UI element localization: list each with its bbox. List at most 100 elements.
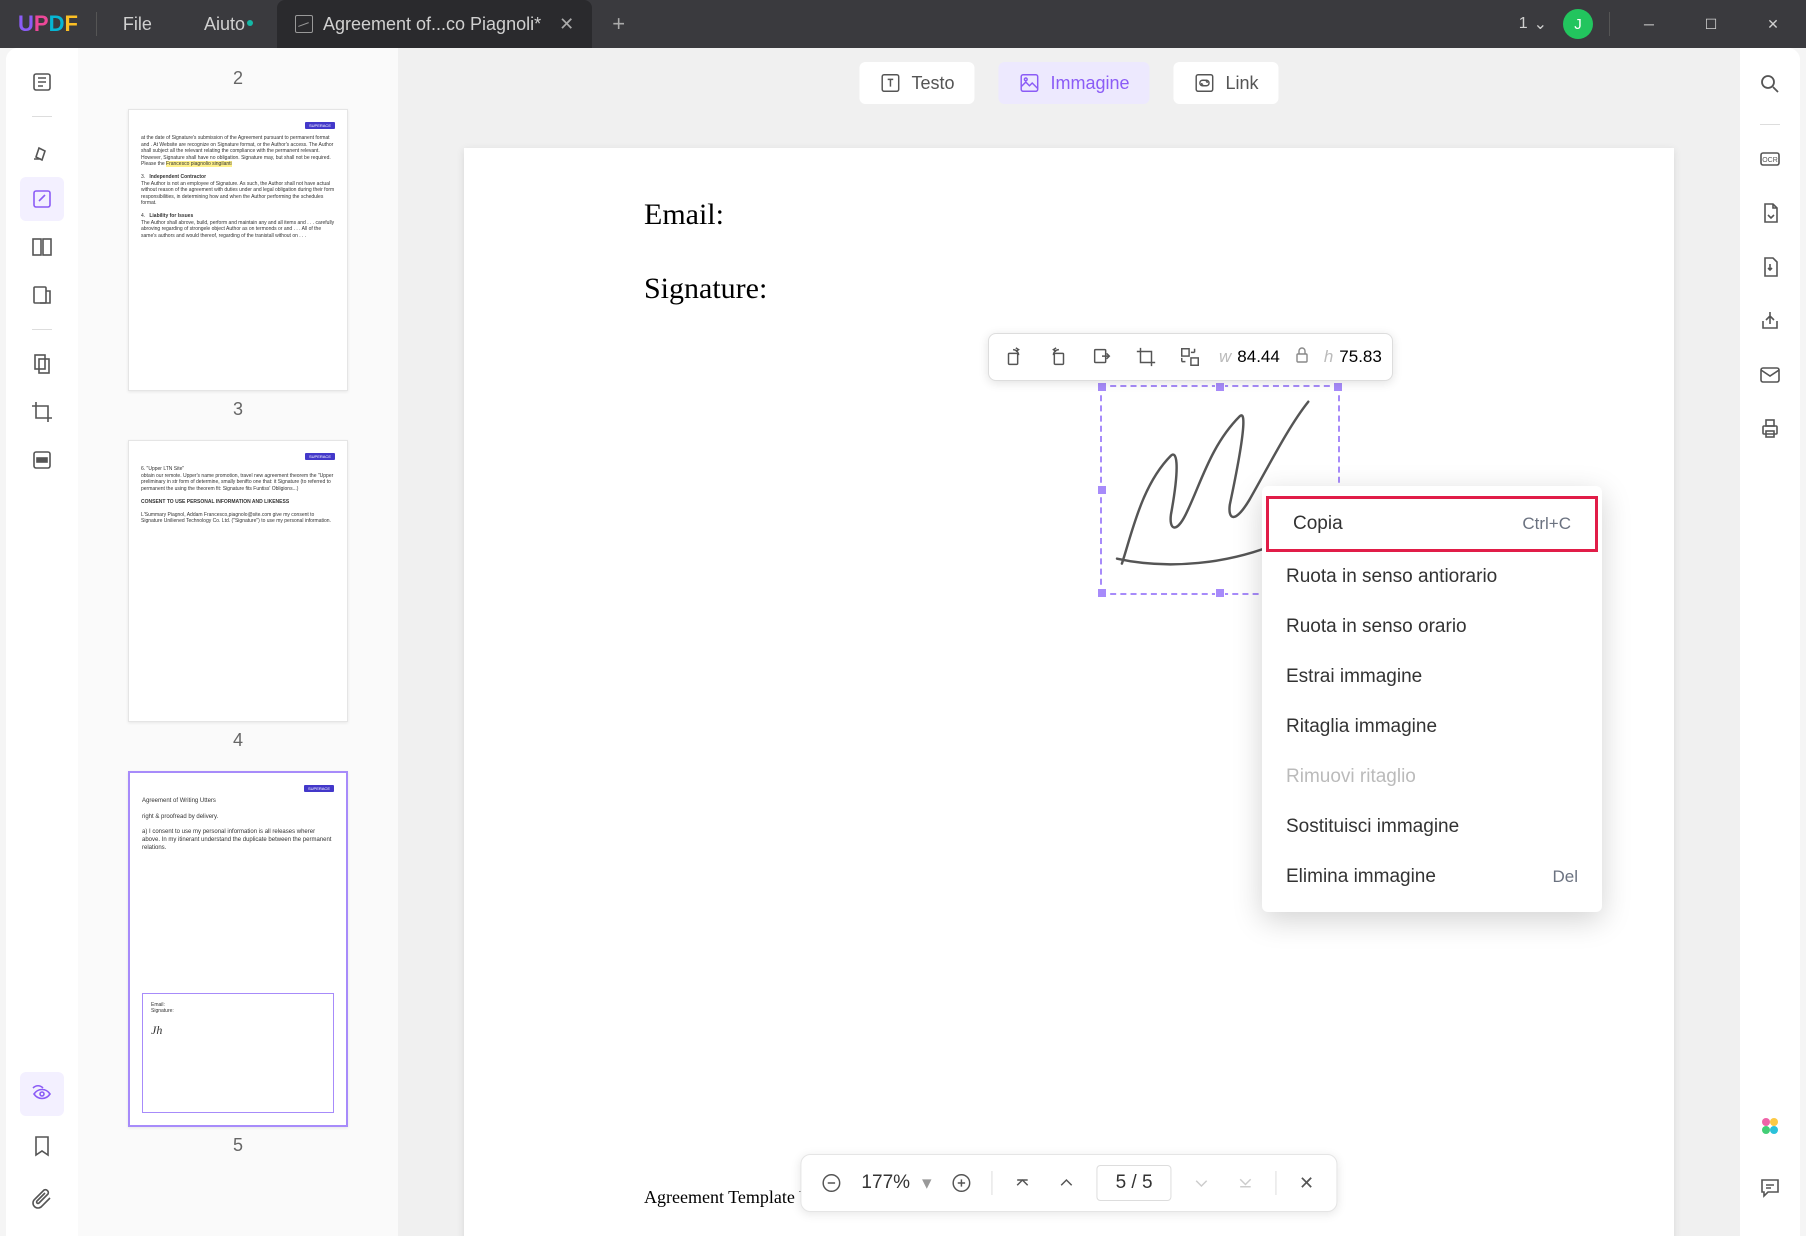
resize-handle[interactable] (1215, 382, 1225, 392)
rotate-left-button[interactable] (999, 342, 1029, 372)
ctx-replace[interactable]: Sostituisci immagine (1262, 802, 1602, 852)
ctx-copy-shortcut: Ctrl+C (1522, 514, 1571, 534)
bookmark-tool[interactable] (20, 1124, 64, 1168)
attachment-tool[interactable] (20, 1176, 64, 1220)
page-tool[interactable] (20, 225, 64, 269)
titlebar: UPDF File Aiuto Agreement of...co Piagno… (0, 0, 1806, 48)
close-zoombar-button[interactable]: ✕ (1293, 1169, 1321, 1197)
lock-aspect-icon[interactable] (1294, 345, 1310, 370)
menu-help[interactable]: Aiuto (178, 14, 271, 35)
thumbnail-page-5[interactable]: SUPERACE Agreement of Writing Uttersrigh… (128, 771, 348, 1127)
page-input[interactable]: 5 / 5 (1097, 1165, 1172, 1201)
next-page-button[interactable] (1188, 1169, 1216, 1197)
replace-button[interactable] (1175, 342, 1205, 372)
image-tool[interactable]: Immagine (998, 62, 1149, 104)
zoom-out-button[interactable] (817, 1169, 845, 1197)
ctx-extract[interactable]: Estrai immagine (1262, 652, 1602, 702)
ctx-delete[interactable]: Elimina immagine Del (1262, 852, 1602, 902)
thumb-label: 5 (128, 1135, 348, 1156)
height-field[interactable]: h75.83 (1324, 347, 1382, 367)
resize-handle[interactable] (1097, 382, 1107, 392)
prev-page-button[interactable] (1053, 1169, 1081, 1197)
menu-file[interactable]: File (97, 14, 178, 35)
thumbnails-toggle[interactable] (20, 1072, 64, 1116)
thumb-label: 2 (128, 68, 348, 89)
first-page-button[interactable] (1009, 1169, 1037, 1197)
highlight-tool[interactable] (20, 129, 64, 173)
share-button[interactable] (1748, 299, 1792, 343)
ai-assistant-button[interactable] (1748, 1104, 1792, 1148)
convert-button[interactable] (1748, 191, 1792, 235)
resize-handle[interactable] (1097, 588, 1107, 598)
document-tab[interactable]: Agreement of...co Piagnoli* ✕ (277, 0, 592, 48)
resize-handle[interactable] (1333, 382, 1343, 392)
ctx-copy-label: Copia (1293, 513, 1343, 535)
width-field[interactable]: w84.44 (1219, 347, 1280, 367)
redact-tool[interactable] (20, 438, 64, 482)
ctx-delete-label: Elimina immagine (1286, 866, 1436, 888)
image-icon (1018, 72, 1040, 94)
thumbnail-page-3[interactable]: SUPERACE at the date of Signature's subm… (128, 109, 348, 391)
organize-tool[interactable] (20, 342, 64, 386)
menu-help-label: Aiuto (204, 14, 245, 34)
zoom-in-button[interactable] (948, 1169, 976, 1197)
user-avatar[interactable]: J (1563, 9, 1593, 39)
text-tool[interactable]: Testo (859, 62, 974, 104)
image-tool-label: Immagine (1050, 73, 1129, 94)
main-area: 2 SUPERACE at the date of Signature's su… (6, 48, 1800, 1236)
document-icon (295, 15, 313, 33)
left-toolbar (6, 48, 78, 1236)
maximize-button[interactable]: ☐ (1688, 0, 1734, 48)
search-button[interactable] (1748, 62, 1792, 106)
separator (32, 329, 52, 330)
separator (1276, 1171, 1277, 1195)
signature-label: Signature: (644, 272, 1494, 306)
email-button[interactable] (1748, 353, 1792, 397)
new-tab-button[interactable]: + (592, 11, 645, 37)
separator (32, 116, 52, 117)
zoom-value[interactable]: 177%▾ (861, 1172, 931, 1195)
close-tab-icon[interactable]: ✕ (559, 14, 574, 35)
badge: SUPERACE (305, 453, 335, 460)
reader-tool[interactable] (20, 60, 64, 104)
zoom-bar: 177%▾ 5 / 5 ✕ (800, 1154, 1337, 1212)
crop-button[interactable] (1131, 342, 1161, 372)
ai-icon (1758, 1114, 1782, 1138)
ctx-copy[interactable]: Copia Ctrl+C (1266, 496, 1598, 552)
rotate-right-button[interactable] (1043, 342, 1073, 372)
text-tool-label: Testo (911, 73, 954, 94)
text-icon (879, 72, 901, 94)
separator (992, 1171, 993, 1195)
link-icon (1194, 72, 1216, 94)
resize-handle[interactable] (1097, 485, 1107, 495)
right-toolbar: OCR (1740, 48, 1800, 1236)
chevron-down-icon: ⌄ (1534, 14, 1547, 34)
context-menu: Copia Ctrl+C Ruota in senso antiorario R… (1262, 486, 1602, 912)
last-page-button[interactable] (1232, 1169, 1260, 1197)
email-label: Email: (644, 198, 1494, 232)
comment-button[interactable] (1748, 1166, 1792, 1210)
notification-dot-icon (247, 20, 253, 26)
resize-handle[interactable] (1215, 588, 1225, 598)
extract-button[interactable] (1087, 342, 1117, 372)
separator (1609, 12, 1610, 36)
link-tool[interactable]: Link (1174, 62, 1279, 104)
minimize-button[interactable]: ─ (1626, 0, 1672, 48)
chevron-down-icon: ▾ (922, 1172, 932, 1195)
ctx-crop[interactable]: Ritaglia immagine (1262, 702, 1602, 752)
compress-button[interactable] (1748, 245, 1792, 289)
print-button[interactable] (1748, 407, 1792, 451)
ctx-rotate-ccw[interactable]: Ruota in senso antiorario (1262, 552, 1602, 602)
ocr-button[interactable]: OCR (1748, 137, 1792, 181)
form-tool[interactable] (20, 273, 64, 317)
document-area: Testo Immagine Link Email: Signature: Ag… (398, 48, 1740, 1236)
badge: SUPERACE (304, 785, 334, 792)
window-count[interactable]: 1 ⌄ (1519, 14, 1547, 34)
image-edit-toolbar: w84.44 h75.83 (988, 333, 1393, 381)
thumbnail-page-4[interactable]: SUPERACE 6. "Upper LTN Site"obtain our r… (128, 440, 348, 722)
ctx-rotate-cw[interactable]: Ruota in senso orario (1262, 602, 1602, 652)
close-window-button[interactable]: ✕ (1750, 0, 1796, 48)
edit-tool[interactable] (20, 177, 64, 221)
thumb-label: 4 (128, 730, 348, 751)
crop-tool[interactable] (20, 390, 64, 434)
